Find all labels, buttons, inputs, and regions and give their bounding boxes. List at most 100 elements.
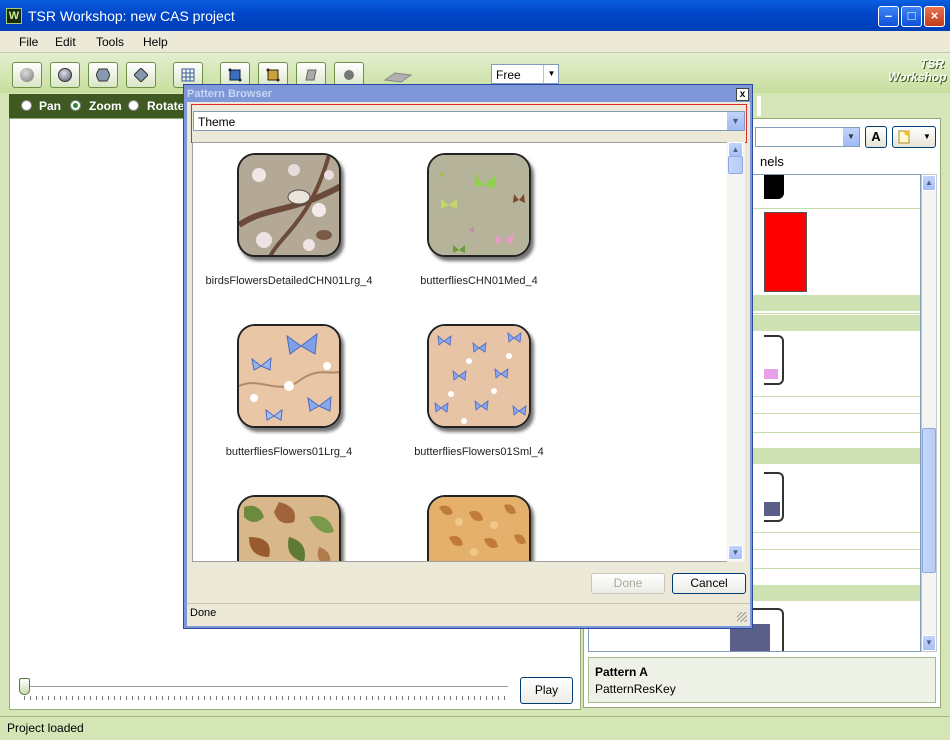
pattern-thumb-fill [764, 502, 780, 516]
menu-help[interactable]: Help [143, 35, 168, 49]
pan-label[interactable]: Pan [39, 99, 61, 113]
window-title: TSR Workshop: new CAS project [28, 8, 235, 24]
scroll-down-icon[interactable]: ▼ [922, 635, 936, 651]
pattern-name: butterfliesFlowers01Lrg_4 [225, 446, 353, 458]
app-icon: W [6, 8, 22, 24]
butterflies-flowers-large-pattern-image [239, 326, 339, 426]
sphere-mode-button[interactable] [12, 62, 42, 88]
dialog-status-divider [187, 603, 750, 604]
pattern-tile[interactable]: butterfliesCHN01Med_4 [389, 153, 569, 287]
done-button[interactable]: Done [591, 573, 665, 594]
chevron-down-icon: ▼ [543, 65, 559, 83]
pattern-tile[interactable] [389, 495, 569, 561]
pattern-thumb-partial[interactable] [764, 472, 784, 522]
pattern-tile[interactable] [199, 495, 379, 561]
pattern-tile[interactable]: butterfliesFlowers01Lrg_4 [199, 324, 379, 458]
circle-icon [58, 68, 72, 82]
scroll-up-icon[interactable]: ▲ [922, 175, 936, 191]
hexagon-icon [96, 68, 110, 82]
pattern-thumbnail[interactable] [427, 153, 531, 257]
zoom-label[interactable]: Zoom [89, 99, 122, 113]
new-item-button[interactable]: ▼ [892, 126, 936, 148]
pattern-name: birdsFlowersDetailedCHN01Lrg_4 [205, 275, 373, 287]
title-bar: W TSR Workshop: new CAS project [0, 0, 950, 31]
butterflies-flowers-small-pattern-image [429, 326, 529, 426]
pattern-thumbnail[interactable] [427, 324, 531, 428]
theme-select[interactable]: Theme ▼ [193, 111, 745, 131]
pattern-thumbnail[interactable] [237, 495, 341, 561]
menu-tools[interactable]: Tools [96, 35, 124, 49]
dialog-close-icon[interactable]: x [736, 88, 749, 101]
panel-tab-edge [757, 96, 761, 116]
circle-icon [344, 70, 354, 80]
new-document-icon [898, 130, 910, 144]
mode-select-value: Free [496, 68, 521, 82]
maximize-button[interactable]: □ [901, 6, 922, 27]
pattern-name: butterfliesCHN01Med_4 [420, 275, 538, 287]
pattern-thumbnail[interactable] [237, 153, 341, 257]
tsr-logo: TSR Workshop [888, 58, 947, 90]
pattern-name: butterfliesFlowers01Sml_4 [414, 446, 544, 458]
shaded-mode-button[interactable] [50, 62, 80, 88]
camo-pattern-image [239, 497, 339, 561]
pattern-grid[interactable]: birdsFlowersDetailedCHN01Lrg_4 butterfli… [192, 142, 745, 562]
swatch-fill [765, 213, 806, 291]
butterflies-pattern-image [429, 155, 529, 255]
channels-label: nels [760, 154, 784, 169]
pattern-tile[interactable]: butterfliesFlowers01Sml_4 [389, 324, 569, 458]
rotate-label[interactable]: Rotate [147, 99, 184, 113]
selection-info-box [588, 657, 936, 703]
circle-icon [20, 68, 34, 82]
pattern-thumb-fill [764, 369, 778, 379]
menu-file[interactable]: File [19, 35, 38, 49]
leaves-pattern-image [429, 497, 529, 561]
timeline-slider-thumb[interactable] [19, 678, 30, 695]
mesh-icon [228, 68, 242, 82]
grid-icon [181, 68, 195, 82]
birds-flowers-pattern-image [239, 155, 339, 255]
timeline-ticks [24, 696, 508, 700]
channel-list-scrollbar[interactable]: ▲ ▼ [921, 174, 937, 652]
pattern-thumb-partial[interactable] [764, 335, 784, 385]
play-button[interactable]: Play [520, 677, 573, 704]
scroll-up-icon[interactable]: ▲ [728, 142, 743, 157]
zoom-radio[interactable] [70, 100, 81, 111]
pattern-grid-scrollbar[interactable]: ▲ ▼ [727, 142, 745, 562]
close-button[interactable]: × [924, 6, 945, 27]
menu-bar: File Edit Tools Help [0, 31, 950, 53]
pattern-thumbnail[interactable] [237, 324, 341, 428]
pan-radio[interactable] [21, 100, 32, 111]
status-bar: Project loaded [0, 716, 950, 740]
dialog-status-text: Done [190, 607, 217, 619]
floor-icon[interactable] [383, 70, 413, 84]
scroll-down-icon[interactable]: ▼ [728, 545, 743, 560]
dialog-title: Pattern Browser [187, 88, 272, 100]
plane-icon [305, 69, 317, 81]
diamond-mode-button[interactable] [126, 62, 156, 88]
red-swatch[interactable] [764, 212, 807, 292]
status-text: Project loaded [7, 721, 84, 735]
scroll-thumb[interactable] [728, 156, 743, 174]
rotate-radio[interactable] [128, 100, 139, 111]
black-swatch[interactable] [764, 175, 784, 199]
selection-title: Pattern A [595, 665, 648, 679]
pattern-tile[interactable]: birdsFlowersDetailedCHN01Lrg_4 [199, 153, 379, 287]
chevron-down-icon: ▼ [843, 128, 859, 146]
theme-select-value: Theme [198, 115, 236, 129]
pattern-thumbnail[interactable] [427, 495, 531, 561]
font-button[interactable]: A [865, 126, 887, 148]
hexagon-mode-button[interactable] [88, 62, 118, 88]
cancel-button[interactable]: Cancel [672, 573, 746, 594]
minimize-button[interactable]: – [878, 6, 899, 27]
diamond-icon [134, 68, 148, 82]
scroll-thumb[interactable] [922, 428, 936, 573]
mesh-icon [266, 68, 280, 82]
selection-subtitle: PatternResKey [595, 682, 676, 696]
chevron-down-icon: ▼ [923, 132, 931, 141]
resize-grip-icon[interactable] [737, 612, 747, 622]
mode-select[interactable]: Free ▼ [491, 64, 559, 84]
menu-edit[interactable]: Edit [55, 35, 76, 49]
channel-select[interactable]: ▼ [755, 127, 860, 147]
timeline-track[interactable] [22, 686, 508, 689]
logo-text-bottom: Workshop [888, 70, 947, 84]
